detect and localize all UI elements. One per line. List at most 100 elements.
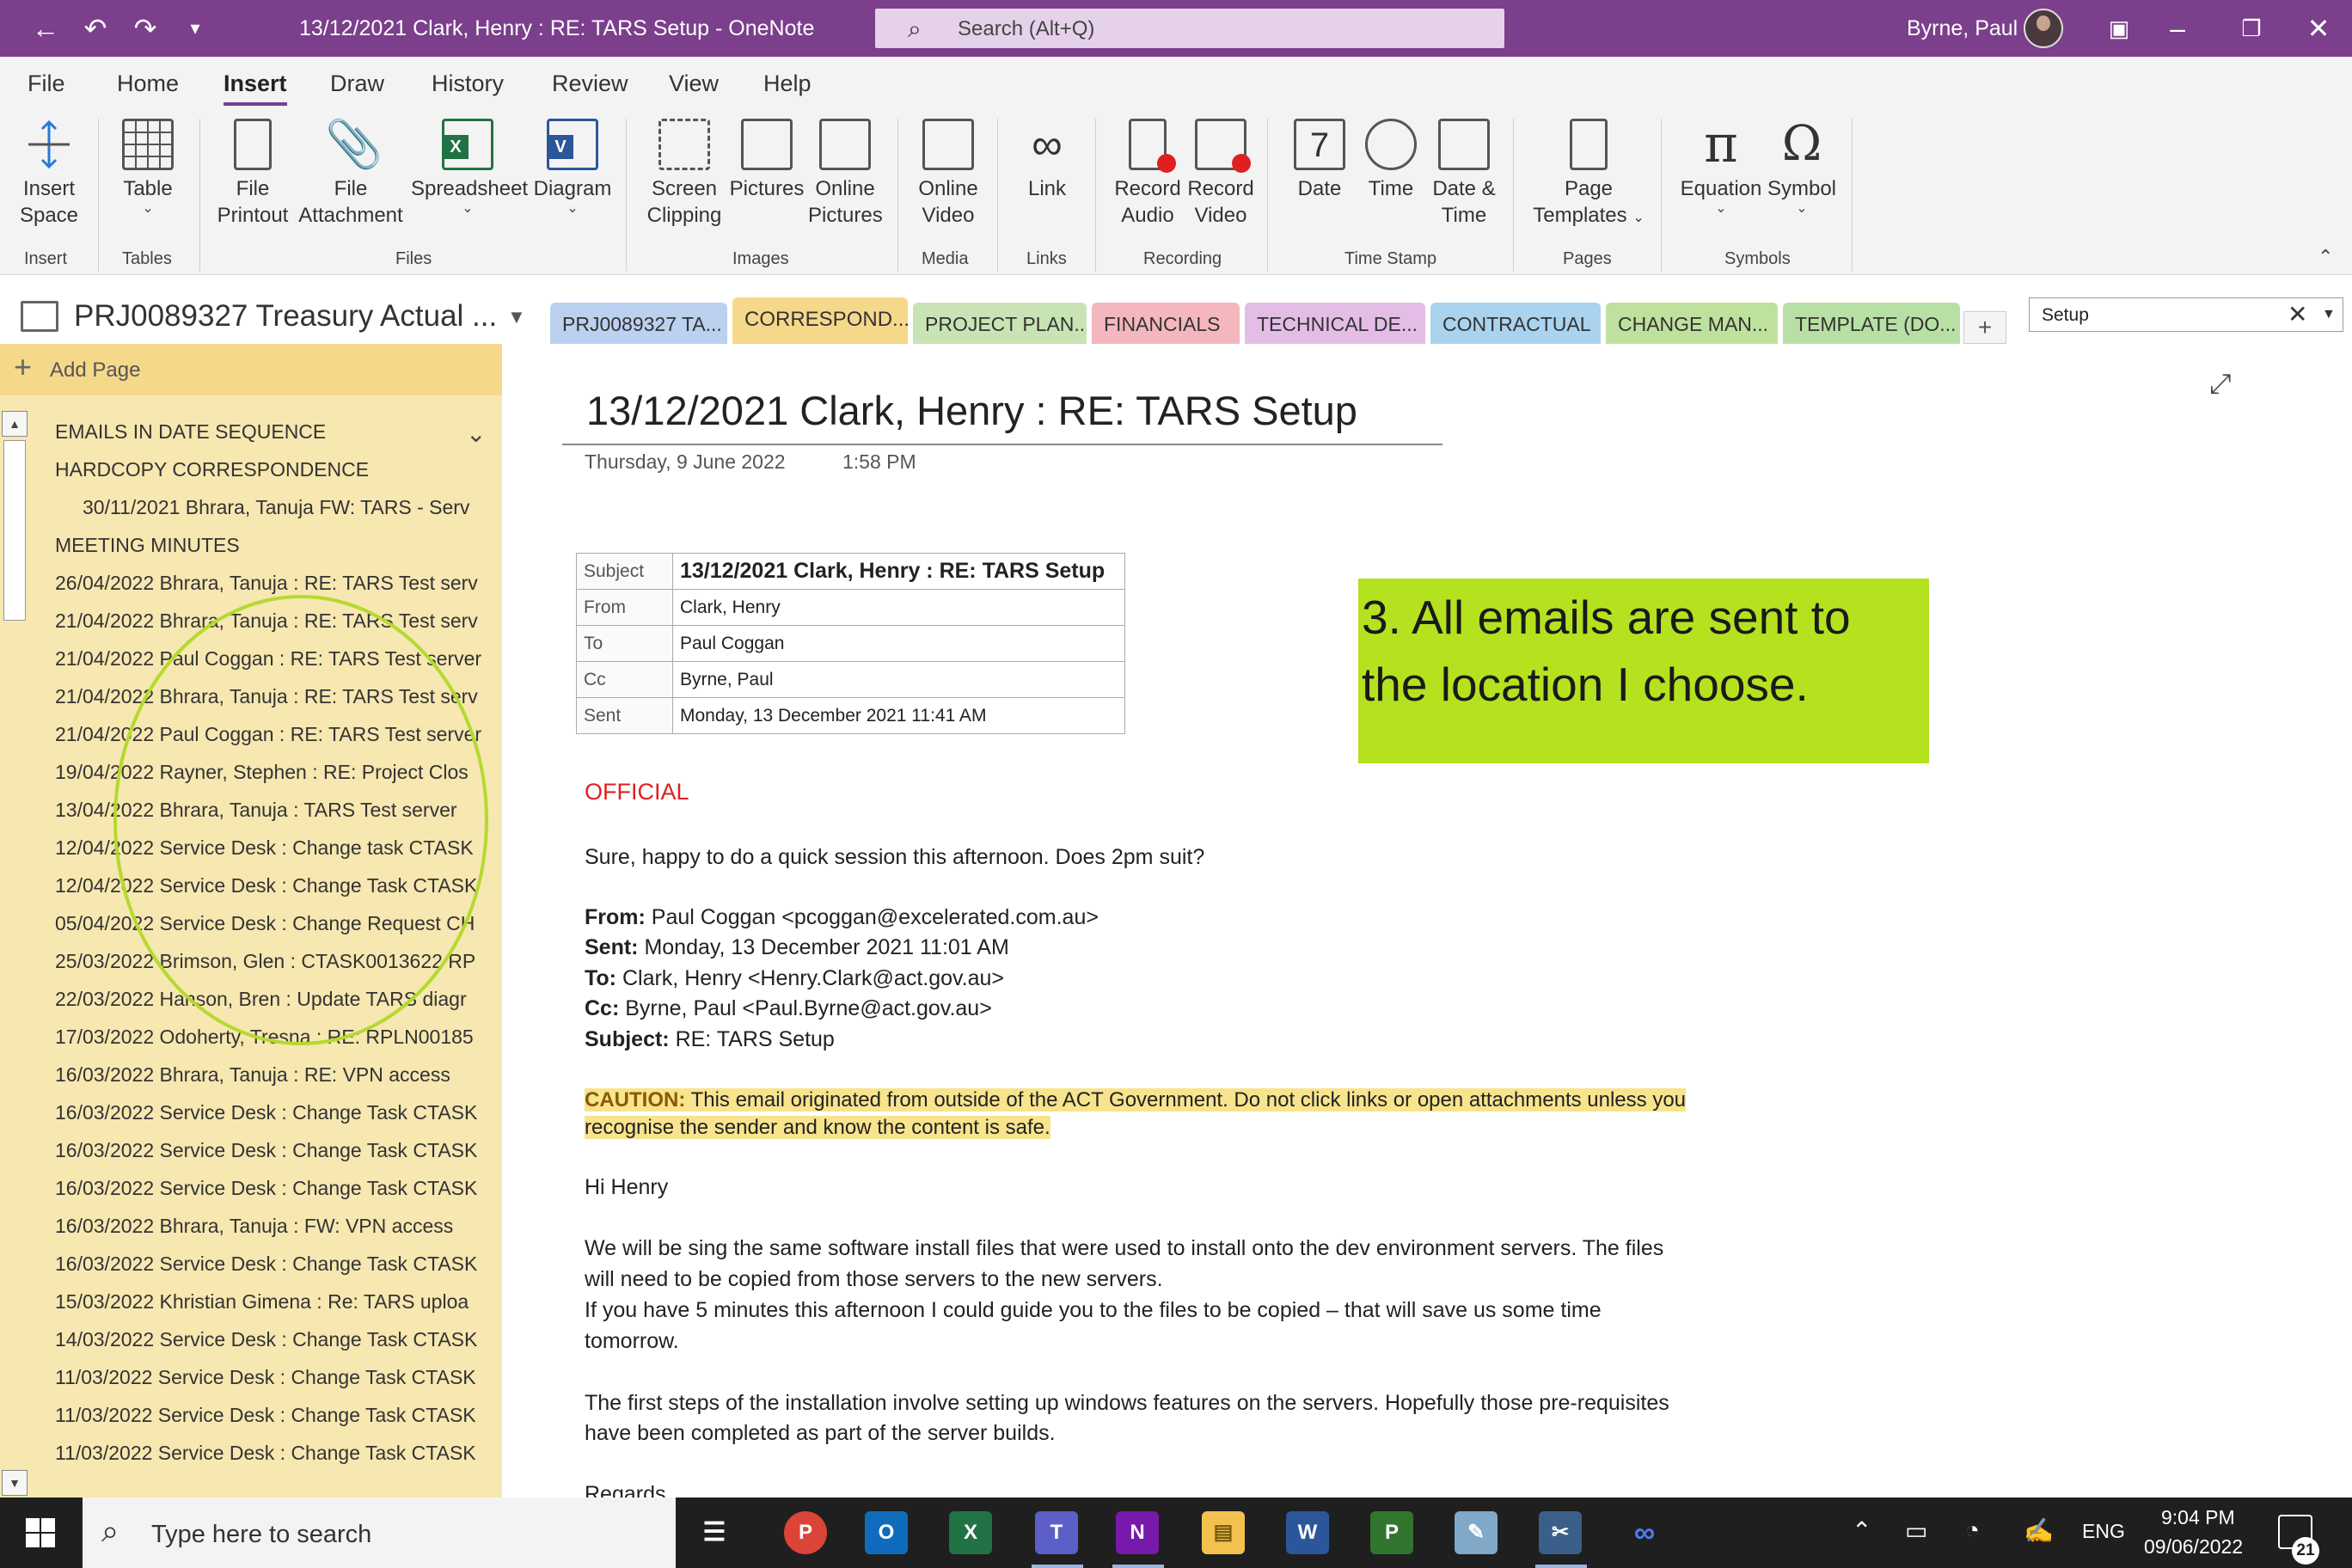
screen-clipping-button[interactable]: Screen Clipping [643,119,726,229]
diagram-button[interactable]: V Diagram ⌄ [530,119,616,216]
chevron-down-icon[interactable]: ▼ [507,306,526,328]
teams-icon[interactable]: T [1035,1511,1078,1554]
scroll-thumb[interactable] [3,440,26,621]
clock-time[interactable]: 9:04 PM [2161,1506,2235,1529]
table-row: From Clark, Henry [576,589,1125,626]
section-tab[interactable]: CHANGE MAN... [1606,303,1778,344]
online-pictures-button[interactable]: Online Pictures [808,119,883,229]
onenote-icon[interactable]: N [1116,1511,1159,1554]
start-button[interactable] [0,1498,83,1568]
close-icon[interactable]: ✕ [2300,10,2337,46]
link-button[interactable]: ∞ Link [1011,119,1083,202]
language-indicator[interactable]: ENG [2082,1520,2125,1543]
table-button[interactable]: Table ⌄ [117,119,179,216]
scroll-down-icon[interactable]: ▼ [2,1470,28,1496]
battery-icon[interactable]: ▭ [1905,1516,1927,1545]
user-name[interactable]: Byrne, Paul [1907,0,2018,57]
page-list-item[interactable]: 16/03/2022 Service Desk : Change Task CT… [55,1139,483,1162]
page-list-item[interactable]: 16/03/2022 Bhrara, Tanuja : RE: VPN acce… [55,1063,483,1087]
page-templates-button[interactable]: Page Templates ⌄ [1525,119,1652,231]
section-tab-active[interactable]: CORRESPOND... [732,297,908,344]
pen-icon[interactable]: ✍ [2024,1516,2054,1545]
ribbon-display-options-icon[interactable]: ▣ [2101,10,2137,46]
find-input[interactable]: Setup ✕ ▼ [2029,297,2343,332]
section-tab[interactable]: PROJECT PLAN... [913,303,1087,344]
equation-button[interactable]: π Equation ⌄ [1676,119,1766,216]
wifi-icon[interactable]: ◔ [1965,1516,1980,1544]
page-list-item[interactable]: 15/03/2022 Khristian Gimena : Re: TARS u… [55,1290,483,1314]
page-list-item[interactable]: 16/03/2022 Bhrara, Tanuja : FW: VPN acce… [55,1215,483,1238]
page-list-item[interactable]: 30/11/2021 Bhrara, Tanuja FW: TARS - Ser… [83,496,483,519]
project-icon[interactable]: P [1370,1511,1413,1554]
notepad-icon[interactable]: ✎ [1455,1511,1498,1554]
page-content[interactable]: ⤢ 13/12/2021 Clark, Henry : RE: TARS Set… [502,344,2352,1498]
customize-qat-icon[interactable]: ▾ [177,10,213,46]
page-list-item[interactable]: 11/03/2022 Service Desk : Change Task CT… [55,1404,483,1427]
section-tab[interactable]: TEMPLATE (DO... [1783,303,1960,344]
taskbar-search[interactable]: ⌕ Type here to search [83,1498,676,1568]
notebook-name[interactable]: PRJ0089327 Treasury Actual ... [74,299,497,334]
time-button[interactable]: Time [1355,119,1427,202]
section-tab[interactable]: PRJ0089327 TA... [550,303,727,344]
outlook-icon[interactable]: O [865,1511,908,1554]
add-page-button[interactable]: + Add Page [0,344,502,395]
back-icon[interactable]: ← [28,10,64,46]
page-list-item[interactable]: HARDCOPY CORRESPONDENCE [55,458,483,481]
scrollbar[interactable]: ▲ ▼ [0,411,29,1498]
webex-icon[interactable]: ∞ [1623,1511,1666,1554]
online-video-button[interactable]: Online Video [910,119,987,229]
page-list-item[interactable]: 16/03/2022 Service Desk : Change Task CT… [55,1177,483,1200]
date-button[interactable]: 7 Date [1284,119,1355,202]
page-list-item[interactable]: 26/04/2022 Bhrara, Tanuja : RE: TARS Tes… [55,572,483,595]
tab-help[interactable]: Help [763,70,812,97]
section-tab[interactable]: CONTRACTUAL [1430,303,1601,344]
word-icon[interactable]: W [1286,1511,1329,1554]
search-box[interactable]: ⌕ Search (Alt+Q) [875,9,1504,48]
symbol-button[interactable]: Ω Symbol ⌄ [1766,119,1838,216]
tab-home[interactable]: Home [117,70,179,97]
tab-draw[interactable]: Draw [330,70,384,97]
page-list-item[interactable]: 16/03/2022 Service Desk : Change Task CT… [55,1253,483,1276]
tab-insert[interactable]: Insert [224,70,287,106]
tab-history[interactable]: History [432,70,504,97]
page-list-item[interactable]: MEETING MINUTES [55,534,483,557]
snipping-tool-icon[interactable]: ✂ [1539,1511,1582,1554]
file-printout-button[interactable]: File Printout [213,119,292,229]
page-list-item[interactable]: 14/03/2022 Service Desk : Change Task CT… [55,1328,483,1351]
tab-view[interactable]: View [669,70,719,97]
file-attachment-button[interactable]: 📎 File Attachment [296,119,406,229]
chevron-down-icon[interactable]: ▼ [2322,307,2336,322]
section-tab[interactable]: TECHNICAL DE... [1245,303,1425,344]
file-explorer-icon[interactable]: ▤ [1202,1511,1245,1554]
collapse-ribbon-icon[interactable]: ⌃ [2318,246,2333,268]
scroll-up-icon[interactable]: ▲ [2,411,28,437]
avatar[interactable] [2024,9,2063,48]
add-section-button[interactable]: + [1963,311,2006,344]
show-hidden-icons-icon[interactable]: ⌃ [1852,1516,1871,1545]
tab-review[interactable]: Review [552,70,628,97]
section-tab[interactable]: FINANCIALS [1092,303,1240,344]
chrome-icon[interactable]: P [784,1511,827,1554]
record-audio-button[interactable]: Record Audio [1109,119,1186,229]
insert-space-button[interactable]: Insert Space [12,119,86,229]
date-time-button[interactable]: Date & Time [1427,119,1501,229]
restore-icon[interactable]: ❐ [2233,10,2269,46]
page-list-item[interactable]: 16/03/2022 Service Desk : Change Task CT… [55,1101,483,1124]
pictures-button[interactable]: Pictures [727,119,806,202]
task-view-icon[interactable]: ☰ [693,1511,736,1554]
page-title[interactable]: 13/12/2021 Clark, Henry : RE: TARS Setup [586,387,1357,434]
notebook-icon[interactable] [21,301,58,332]
redo-icon[interactable]: ↷ [127,10,163,46]
clear-search-icon[interactable]: ✕ [2288,300,2307,328]
minimize-icon[interactable]: – [2159,10,2196,46]
record-video-button[interactable]: Record Video [1185,119,1257,229]
tab-file[interactable]: File [28,70,65,97]
page-list-item[interactable]: EMAILS IN DATE SEQUENCE [55,420,483,444]
clock-date[interactable]: 09/06/2022 [2144,1535,2243,1559]
page-list-item[interactable]: 11/03/2022 Service Desk : Change Task CT… [55,1442,483,1465]
undo-icon[interactable]: ↶ [77,10,113,46]
excel-icon[interactable]: X [949,1511,992,1554]
spreadsheet-button[interactable]: X Spreadsheet ⌄ [411,119,528,216]
page-list-item[interactable]: 11/03/2022 Service Desk : Change Task CT… [55,1366,483,1389]
expand-icon[interactable]: ⤢ [2209,368,2232,401]
